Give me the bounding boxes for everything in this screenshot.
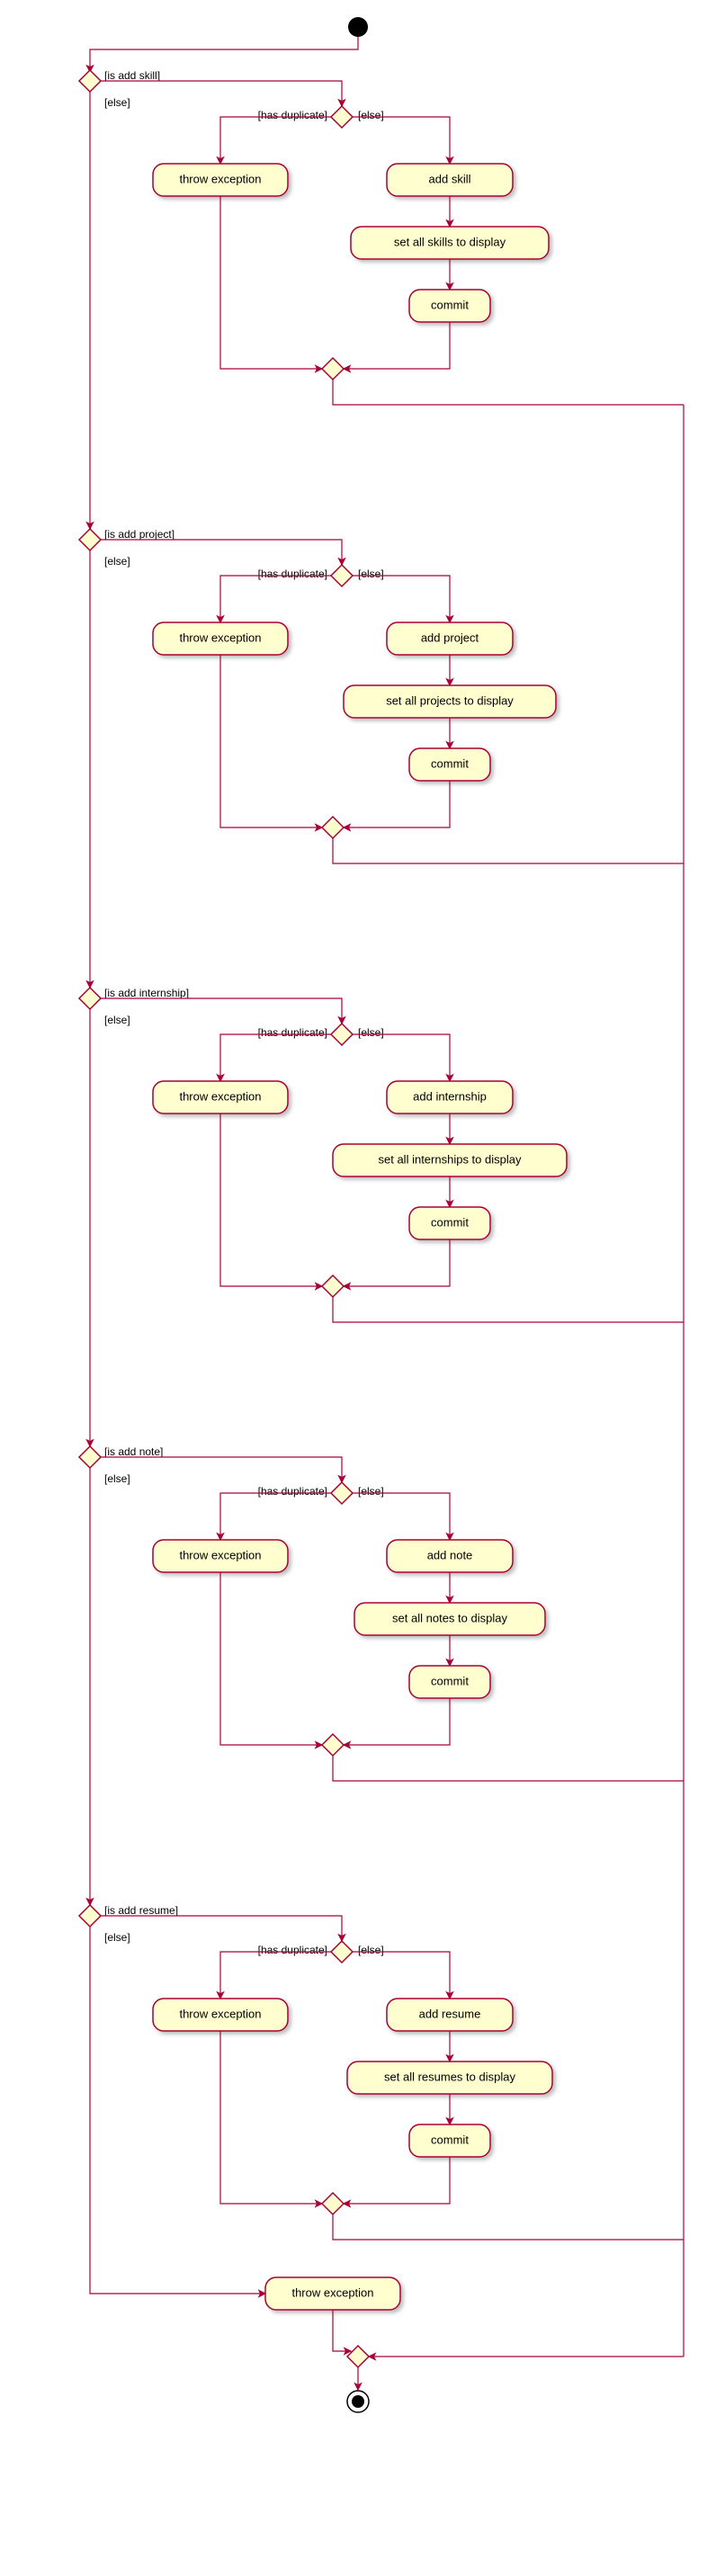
add-label: add resume	[419, 2007, 481, 2020]
throw-label: throw exception	[179, 172, 261, 185]
flow-arrow	[101, 540, 342, 565]
flow-arrow	[353, 576, 450, 622]
decision-dup-4	[331, 1941, 353, 1963]
guard-dup-else: [else]	[358, 568, 384, 580]
decision-4	[79, 1905, 101, 1927]
flow-arrow	[220, 117, 331, 164]
flow-arrow	[353, 1034, 450, 1081]
guard-dup-else: [else]	[358, 1944, 384, 1956]
flow-arrow	[353, 1493, 450, 1540]
flow-arrow	[101, 81, 342, 106]
guard-is-add: [is add project]	[104, 528, 175, 541]
decision-dup-1	[331, 565, 353, 586]
guard-dup-else: [else]	[358, 109, 384, 121]
guard-has-dup: [has duplicate]	[258, 1944, 327, 1956]
merge-4	[322, 2193, 344, 2214]
add-label: add note	[427, 1548, 473, 1561]
set-label: set all skills to display	[394, 235, 506, 248]
guard-has-dup: [has duplicate]	[258, 1485, 327, 1498]
final-throw-label: throw exception	[291, 2285, 373, 2299]
throw-label: throw exception	[179, 1548, 261, 1561]
flow-arrow	[333, 2310, 351, 2351]
flow-arrow	[344, 322, 450, 369]
decision-2	[79, 988, 101, 1009]
flow-arrow	[344, 781, 450, 827]
activity-diagram: [is add skill] [else] [has duplicate] [else…	[0, 0, 716, 2576]
commit-label: commit	[431, 1215, 469, 1229]
commit-label: commit	[431, 756, 469, 770]
guard-is-add: [is add skill]	[104, 69, 160, 82]
flow-arrow	[220, 1493, 331, 1540]
flow-arrow	[220, 655, 322, 827]
flow-arrow	[101, 1457, 342, 1482]
add-label: add project	[421, 631, 479, 644]
throw-label: throw exception	[179, 631, 261, 644]
guard-else: [else]	[104, 1931, 130, 1944]
flow-arrow	[344, 2157, 450, 2204]
flow-line	[333, 2214, 684, 2240]
flow-arrow	[353, 117, 450, 164]
flow-arrow	[353, 1952, 450, 1999]
guard-dup-else: [else]	[358, 1485, 384, 1498]
decision-dup-3	[331, 1482, 353, 1504]
flow-arrow	[220, 1572, 322, 1745]
merge-1	[322, 817, 344, 838]
flow-arrow	[101, 998, 342, 1024]
flow-arrow	[101, 1916, 342, 1941]
set-label: set all resumes to display	[384, 2070, 515, 2083]
commit-label: commit	[431, 298, 469, 311]
commit-label: commit	[431, 1674, 469, 1687]
guard-is-add: [is add resume]	[104, 1904, 178, 1917]
flow-line	[333, 380, 684, 405]
flow-arrow	[344, 1698, 450, 1745]
set-label: set all notes to display	[392, 1611, 507, 1624]
throw-label: throw exception	[179, 2007, 261, 2020]
flow-arrow	[220, 1114, 322, 1286]
add-label: add skill	[429, 172, 471, 185]
initial-node	[348, 17, 368, 37]
set-label: set all internships to display	[379, 1152, 522, 1166]
flow-arrow	[220, 1952, 331, 1999]
guard-has-dup: [has duplicate]	[258, 568, 327, 580]
merge-0	[322, 358, 344, 380]
decision-0	[79, 70, 101, 92]
flow-arrow	[220, 576, 331, 622]
set-label: set all projects to display	[386, 693, 514, 707]
flow-arrow	[90, 1927, 265, 2294]
decision-dup-0	[331, 106, 353, 128]
guard-else: [else]	[104, 1472, 130, 1485]
commit-label: commit	[431, 2133, 469, 2146]
final-node	[352, 2395, 364, 2408]
flow-arrow	[220, 196, 322, 369]
decision-3	[79, 1446, 101, 1468]
final-merge	[347, 2346, 369, 2367]
flow-line	[333, 1297, 684, 1322]
throw-label: throw exception	[179, 1089, 261, 1103]
merge-2	[322, 1275, 344, 1297]
guard-is-add: [is add internship]	[104, 987, 189, 999]
guard-else: [else]	[104, 96, 130, 109]
guard-else: [else]	[104, 1014, 130, 1026]
decision-1	[79, 529, 101, 550]
guard-dup-else: [else]	[358, 1026, 384, 1039]
merge-3	[322, 1734, 344, 1756]
flow-arrow	[344, 1239, 450, 1286]
flow-line	[333, 838, 684, 863]
guard-else: [else]	[104, 555, 130, 568]
flow-arrow	[220, 1034, 331, 1081]
decision-dup-2	[331, 1024, 353, 1045]
add-label: add internship	[413, 1089, 487, 1103]
flow-line	[333, 1756, 684, 1781]
flow-arrow	[220, 2031, 322, 2204]
guard-is-add: [is add note]	[104, 1445, 163, 1458]
guard-has-dup: [has duplicate]	[258, 1026, 327, 1039]
guard-has-dup: [has duplicate]	[258, 109, 327, 121]
